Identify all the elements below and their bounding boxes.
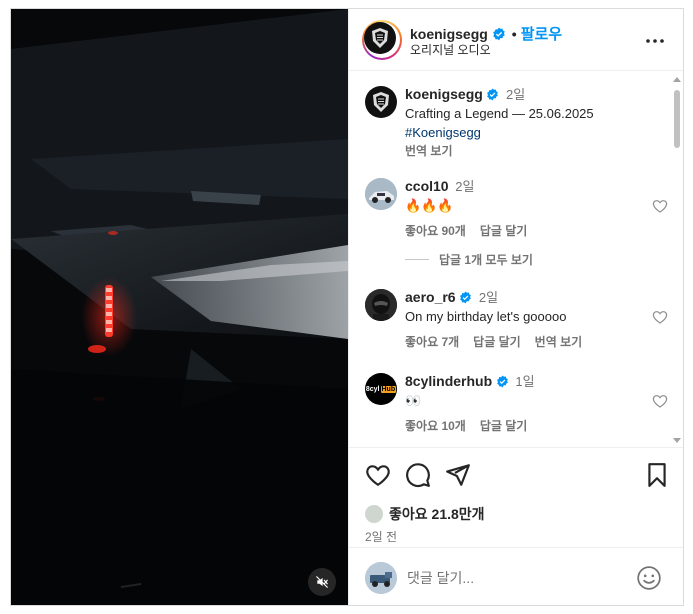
follow-button[interactable]: 팔로우	[521, 23, 562, 44]
caption-hashtag[interactable]: #Koenigsegg	[405, 124, 645, 141]
heart-icon[interactable]	[652, 393, 668, 409]
avatar-logo-badge: Hub	[380, 385, 397, 393]
liker-avatar	[365, 505, 383, 523]
caption-username[interactable]: koenigsegg	[405, 86, 483, 102]
comment-input[interactable]	[407, 566, 627, 590]
helmet-icon	[365, 289, 397, 321]
post-side-panel: koenigsegg • 팔로우 오리지널 오디오 koenigsegg 2일 …	[348, 9, 683, 605]
caption-avatar[interactable]	[365, 86, 397, 118]
post-actions: 좋아요 21.8만개 2일 전	[349, 447, 683, 547]
heart-icon[interactable]	[652, 198, 668, 214]
heart-icon[interactable]	[652, 309, 668, 325]
scroll-thumb[interactable]	[674, 90, 680, 148]
audio-label[interactable]: 오리지널 오디오	[410, 41, 491, 58]
comments-list[interactable]: koenigsegg 2일 Crafting a Legend — 25.06.…	[349, 72, 683, 447]
post-dialog: koenigsegg • 팔로우 오리지널 오디오 koenigsegg 2일 …	[10, 8, 684, 606]
author-avatar[interactable]	[364, 22, 396, 54]
verified-badge-icon	[459, 291, 472, 304]
koenigsegg-shield-icon	[373, 92, 389, 112]
view-replies-toggle[interactable]: 답글 1개 모두 보기	[405, 251, 533, 268]
comment-username[interactable]: aero_r6	[405, 289, 456, 305]
comment-text: On my birthday let's gooooo	[405, 309, 567, 324]
post-video[interactable]	[11, 9, 348, 605]
comment-bubble-icon[interactable]	[405, 462, 431, 488]
translate-link[interactable]: 번역 보기	[535, 334, 583, 351]
emoji-smile-icon[interactable]	[636, 565, 662, 591]
caption-time[interactable]: 2일	[506, 87, 525, 102]
comment-time[interactable]: 1일	[515, 374, 534, 389]
caption-text: Crafting a Legend — 25.06.2025	[405, 106, 594, 121]
mute-button[interactable]	[308, 568, 336, 596]
speaker-muted-icon	[316, 576, 328, 588]
author-username[interactable]: koenigsegg	[410, 26, 488, 42]
post-header: koenigsegg • 팔로우 오리지널 오디오	[349, 9, 683, 71]
commenter-avatar[interactable]	[365, 178, 397, 210]
comment-likes[interactable]: 좋아요 10개	[405, 418, 466, 435]
avatar-logo-text: 8cyl	[365, 385, 380, 393]
verified-badge-icon	[486, 88, 499, 101]
current-user-avatar	[365, 562, 397, 594]
car-thumbnail-icon	[365, 178, 397, 210]
story-ring[interactable]	[362, 20, 402, 60]
comment-likes[interactable]: 좋아요 7개	[405, 334, 459, 351]
comments-scrollbar[interactable]	[673, 72, 681, 447]
more-horizontal-icon	[646, 39, 664, 43]
likes-summary[interactable]: 좋아요 21.8만개	[365, 504, 485, 524]
post-date[interactable]: 2일 전	[365, 528, 397, 545]
replies-divider	[405, 259, 429, 260]
comment-composer	[349, 547, 683, 605]
comment-likes[interactable]: 좋아요 90개	[405, 223, 466, 240]
reply-button[interactable]: 답글 달기	[480, 418, 528, 435]
reply-button[interactable]: 답글 달기	[473, 334, 521, 351]
reply-button[interactable]: 답글 달기	[480, 223, 528, 240]
likes-count[interactable]: 좋아요 21.8만개	[389, 504, 485, 524]
more-options-button[interactable]	[643, 29, 667, 53]
verified-badge-icon	[492, 27, 506, 41]
comment-text: 🔥🔥🔥	[405, 198, 454, 213]
separator-dot: •	[511, 25, 517, 42]
scroll-down-arrow-icon[interactable]	[673, 436, 681, 444]
comment-text: 👀	[405, 393, 422, 408]
comment-time[interactable]: 2일	[455, 179, 474, 194]
commenter-avatar[interactable]: 8cyl Hub	[365, 373, 397, 405]
heart-icon[interactable]	[365, 462, 391, 488]
bookmark-icon[interactable]	[644, 462, 670, 488]
video-frame	[11, 9, 348, 605]
scroll-up-arrow-icon[interactable]	[673, 75, 681, 83]
caption-translate-link[interactable]: 번역 보기	[405, 143, 453, 160]
view-replies-label[interactable]: 답글 1개 모두 보기	[439, 251, 533, 268]
truck-thumbnail-icon	[365, 562, 397, 594]
verified-badge-icon	[496, 375, 509, 388]
comment-username[interactable]: 8cylinderhub	[405, 373, 492, 389]
comment-time[interactable]: 2일	[479, 290, 498, 305]
koenigsegg-shield-icon	[372, 28, 388, 48]
commenter-avatar[interactable]	[365, 289, 397, 321]
paper-plane-icon[interactable]	[445, 462, 471, 488]
comment-username[interactable]: ccol10	[405, 178, 449, 194]
